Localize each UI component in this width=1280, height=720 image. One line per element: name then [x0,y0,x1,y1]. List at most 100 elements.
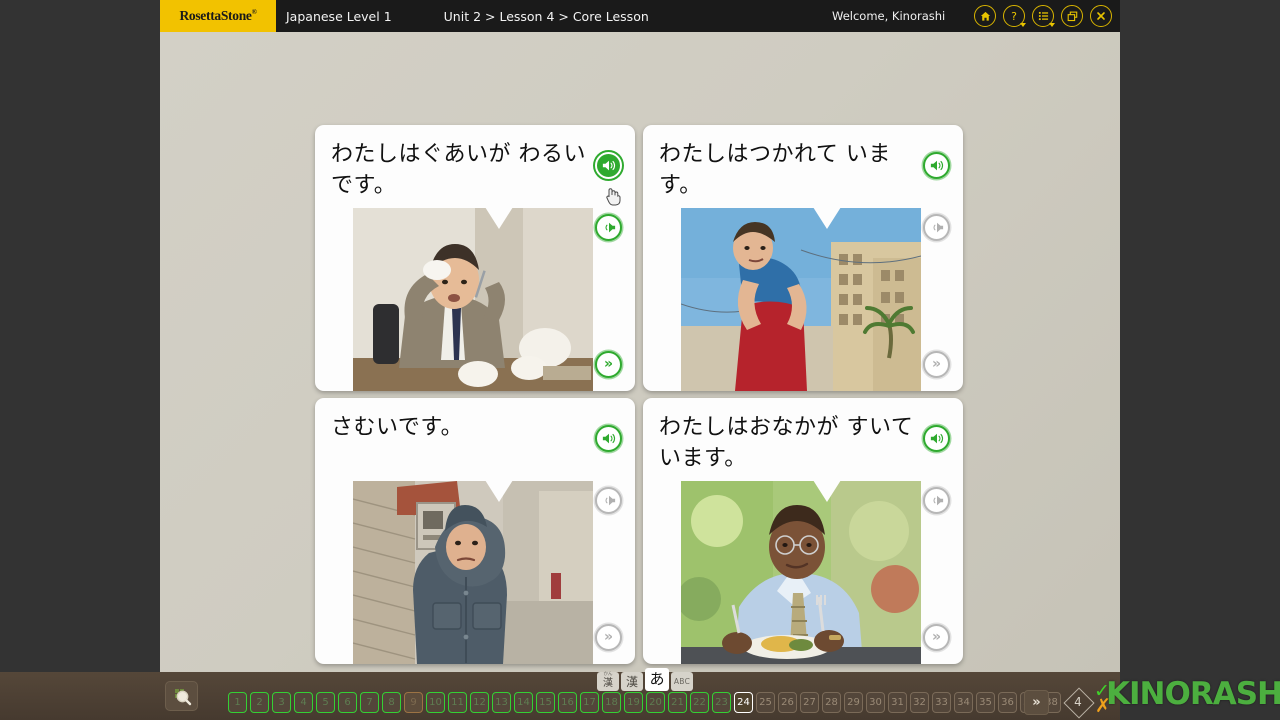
progress-pip[interactable]: 28 [822,692,841,713]
progress-pip[interactable]: 21 [668,692,687,713]
progress-pip[interactable]: 22 [690,692,709,713]
double-chevron-right-icon: » [603,356,614,372]
lesson-progress-pips: 1 2 3 4 5 6 7 8 9 10 11 12 13 14 15 16 17 18 19 20 21 22 23 24 2… [228,692,1061,713]
progress-pip[interactable]: 24 [734,692,753,713]
progress-pip[interactable]: 14 [514,692,533,713]
next-screen-button[interactable]: » [1024,690,1049,715]
replay-audio-button[interactable] [595,487,622,514]
progress-pip[interactable]: 3 [272,692,291,713]
progress-pip[interactable]: 17 [580,692,599,713]
progress-pip[interactable]: 36 [998,692,1017,713]
speech-bubble-tail [813,481,841,502]
progress-pip[interactable]: 6 [338,692,357,713]
home-icon[interactable] [974,5,996,27]
app-root: RosettaStone® Japanese Level 1 Unit 2 > … [0,0,1280,720]
watermark-label: KINORASHI [1106,676,1280,712]
card-audio-controls: » [595,398,625,664]
card-photo-man-with-fever [353,208,593,391]
replay-audio-button[interactable] [923,214,950,241]
photo-illustration [681,481,921,664]
skip-next-button[interactable]: » [923,351,950,378]
lesson-card[interactable]: わたしはぐあいが わるいです。 » [315,125,635,391]
skip-next-button[interactable]: » [595,351,622,378]
card-sentence: わたしはおなかが すいています。 [659,415,914,472]
lesson-card[interactable]: さむいです。 » [315,398,635,664]
kanji-furigana-button[interactable]: かん 漢 [597,672,619,691]
progress-pip[interactable]: 26 [778,692,797,713]
progress-pip[interactable]: 13 [492,692,511,713]
progress-pip[interactable]: 27 [800,692,819,713]
lesson-number-badge[interactable]: 4 [1063,687,1095,719]
progress-pip[interactable]: 18 [602,692,621,713]
progress-pip[interactable]: 10 [426,692,445,713]
kana-button[interactable]: あ [645,668,669,691]
progress-pip[interactable]: 2 [250,692,269,713]
rosetta-stone-logo[interactable]: RosettaStone® [160,0,276,32]
progress-pip[interactable]: 4 [294,692,313,713]
window-icon[interactable] [1061,5,1083,27]
photo-illustration [353,481,593,664]
lesson-card[interactable]: わたしはおなかが すいています。 » [643,398,963,664]
skip-next-button[interactable]: » [595,624,622,651]
progress-pip[interactable]: 29 [844,692,863,713]
progress-pip[interactable]: 19 [624,692,643,713]
progress-pip[interactable]: 15 [536,692,555,713]
romaji-button[interactable]: ABC [671,672,693,691]
lesson-stage: わたしはぐあいが わるいです。 » わたしはつかれて います。 » さむいです。… [160,32,1120,691]
lesson-number: 4 [1074,695,1082,709]
top-bar-icon-group: ? [974,0,1112,32]
progress-pip[interactable]: 25 [756,692,775,713]
progress-pip[interactable]: 8 [382,692,401,713]
furigana-label: かん [603,672,613,677]
zoom-overview-button[interactable] [165,681,198,711]
progress-pip[interactable]: 1 [228,692,247,713]
card-sentence: わたしはつかれて います。 [659,142,891,199]
progress-pip[interactable]: 34 [954,692,973,713]
card-sentence: わたしはぐあいが わるいです。 [331,142,586,199]
play-audio-button[interactable] [923,152,950,179]
card-audio-controls: » [923,125,953,391]
close-icon[interactable] [1090,5,1112,27]
play-audio-button[interactable] [595,425,622,452]
replay-audio-button[interactable] [595,214,622,241]
progress-pip[interactable]: 9 [404,692,423,713]
logo-text: RosettaStone® [179,8,257,23]
play-audio-button[interactable] [595,152,622,179]
double-chevron-right-icon: » [931,356,942,372]
kanji-glyph: 漢 [603,678,613,689]
progress-pip[interactable]: 5 [316,692,335,713]
help-icon[interactable]: ? [1003,5,1026,27]
double-chevron-right-icon: » [603,629,614,645]
lesson-card[interactable]: わたしはつかれて います。 » [643,125,963,391]
lesson-window: RosettaStone® Japanese Level 1 Unit 2 > … [160,0,1120,720]
kana-glyph: あ [649,670,665,688]
progress-pip[interactable]: 35 [976,692,995,713]
chevron-down-icon [1020,23,1026,27]
menu-icon[interactable] [1032,5,1055,27]
progress-pip[interactable]: 11 [448,692,467,713]
progress-pip[interactable]: 7 [360,692,379,713]
play-audio-button[interactable] [923,425,950,452]
replay-audio-button[interactable] [923,487,950,514]
progress-pip[interactable]: 30 [866,692,885,713]
help-glyph: ? [1011,9,1017,23]
progress-pip[interactable]: 23 [712,692,731,713]
progress-pip[interactable]: 20 [646,692,665,713]
progress-pip[interactable]: 33 [932,692,951,713]
breadcrumb: Unit 2 > Lesson 4 > Core Lesson [443,8,649,24]
progress-pip[interactable]: 31 [888,692,907,713]
double-chevron-right-icon: » [931,629,942,645]
progress-pip[interactable]: 16 [558,692,577,713]
skip-next-button[interactable]: » [923,624,950,651]
speech-bubble-tail [485,481,513,502]
progress-pip[interactable]: 32 [910,692,929,713]
progress-pip[interactable]: 12 [470,692,489,713]
kanji-button[interactable]: 漢 [621,672,643,691]
photo-illustration [681,208,921,391]
card-audio-controls: » [923,398,953,664]
double-chevron-right-icon: » [1032,695,1041,710]
chevron-down-icon [1049,23,1055,27]
card-audio-controls: » [595,125,625,391]
romaji-glyph: ABC [673,676,691,686]
card-photo-cold-man [353,481,593,664]
